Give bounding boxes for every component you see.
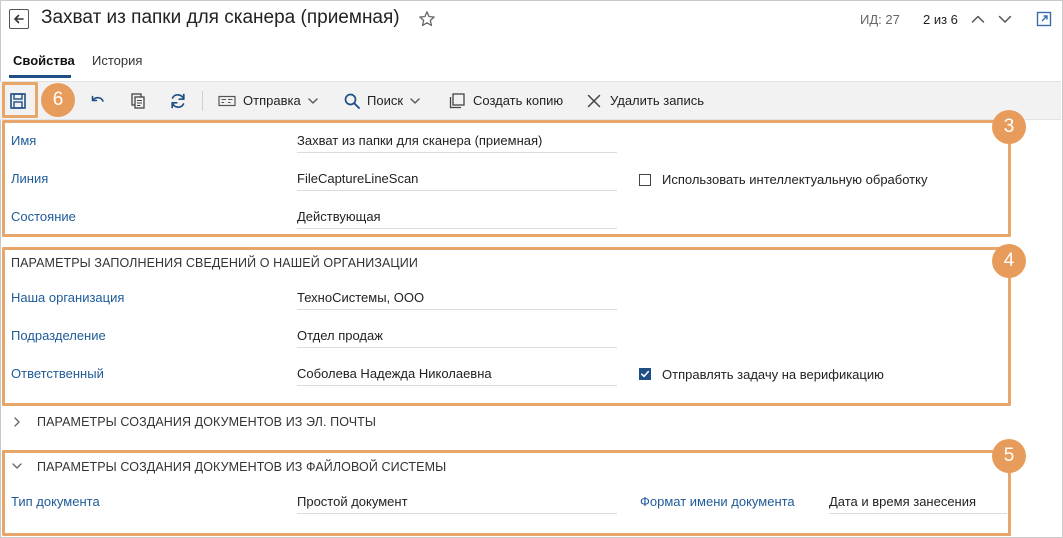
chevron-down-icon	[410, 97, 420, 104]
callout-badge-4: 4	[992, 244, 1026, 278]
organization-label: Наша организация	[11, 290, 125, 305]
send-menu-label: Отправка	[243, 93, 301, 108]
email-section-title[interactable]: ПАРАМЕТРЫ СОЗДАНИЯ ДОКУМЕНТОВ ИЗ ЭЛ. ПОЧ…	[37, 415, 376, 429]
toolbar: Отправка Поиск Создать копию Удалить зап…	[0, 81, 1061, 120]
send-menu-button[interactable]: Отправка	[218, 82, 319, 119]
line-label: Линия	[11, 171, 49, 186]
fs-section-title[interactable]: ПАРАМЕТРЫ СОЗДАНИЯ ДОКУМЕНТОВ ИЗ ФАЙЛОВО…	[37, 460, 446, 474]
refresh-button[interactable]	[168, 82, 188, 119]
callout-badge-6: 6	[41, 83, 75, 117]
search-icon	[344, 93, 360, 109]
department-field[interactable]: Отдел продаж	[297, 328, 617, 348]
callout-badge-3: 3	[992, 110, 1026, 144]
record-id: ИД: 27	[860, 12, 900, 27]
department-label: Подразделение	[11, 328, 106, 343]
delete-record-label: Удалить запись	[610, 93, 705, 108]
smart-processing-label[interactable]: Использовать интеллектуальную обработку	[662, 172, 927, 187]
smart-processing-checkbox[interactable]	[639, 174, 651, 186]
open-external-icon[interactable]	[1036, 11, 1052, 27]
search-menu-button[interactable]: Поиск	[343, 82, 421, 119]
state-label: Состояние	[11, 209, 76, 224]
refresh-icon	[171, 93, 185, 108]
line-field[interactable]: FileCaptureLineScan	[297, 171, 617, 191]
record-position: 2 из 6	[923, 12, 958, 27]
undo-icon	[91, 95, 104, 102]
doc-type-field[interactable]: Простой документ	[297, 494, 617, 514]
undo-button[interactable]	[89, 82, 107, 119]
chevron-down-icon[interactable]	[997, 11, 1013, 27]
callout-badge-5: 5	[992, 439, 1026, 473]
tab-properties-underline	[9, 75, 71, 78]
organization-field[interactable]: ТехноСистемы, ООО	[297, 290, 617, 310]
copy-icon	[131, 92, 145, 109]
collapse-chevron-icon[interactable]	[11, 460, 23, 472]
tab-history[interactable]: История	[92, 53, 142, 68]
search-menu-label: Поиск	[367, 93, 404, 108]
create-copy-button[interactable]: Создать копию	[448, 82, 563, 119]
chevron-down-icon	[307, 97, 318, 104]
verification-checkbox[interactable]	[639, 368, 651, 380]
toolbar-separator	[202, 91, 203, 111]
responsible-field[interactable]: Соболева Надежда Николаевна	[297, 366, 617, 386]
name-label: Имя	[11, 133, 37, 148]
doc-type-label: Тип документа	[11, 494, 100, 509]
page-title: Захват из папки для сканера (приемная)	[41, 7, 400, 28]
org-section-title: ПАРАМЕТРЫ ЗАПОЛНЕНИЯ СВЕДЕНИЙ О НАШЕЙ ОР…	[11, 256, 418, 270]
send-icon	[218, 95, 236, 106]
chevron-up-icon[interactable]	[970, 11, 986, 27]
save-highlight-frame	[2, 82, 38, 118]
verification-label[interactable]: Отправлять задачу на верификацию	[662, 367, 884, 382]
name-field[interactable]: Захват из папки для сканера (приемная)	[297, 133, 617, 153]
back-button[interactable]	[9, 9, 29, 29]
close-icon	[587, 94, 601, 107]
tab-properties[interactable]: Свойства	[13, 53, 75, 68]
responsible-label: Ответственный	[11, 366, 104, 381]
star-icon[interactable]	[418, 10, 436, 28]
doc-name-format-label: Формат имени документа	[640, 494, 795, 509]
back-arrow-icon	[14, 14, 24, 24]
expand-chevron-icon[interactable]	[11, 416, 23, 428]
create-copy-icon	[449, 92, 465, 108]
checkmark-icon	[641, 370, 650, 378]
create-copy-label: Создать копию	[473, 93, 564, 108]
delete-record-button[interactable]: Удалить запись	[586, 82, 704, 119]
state-field[interactable]: Действующая	[297, 209, 617, 229]
doc-name-format-field[interactable]: Дата и время занесения	[829, 494, 1007, 514]
copy-button[interactable]	[129, 82, 147, 119]
